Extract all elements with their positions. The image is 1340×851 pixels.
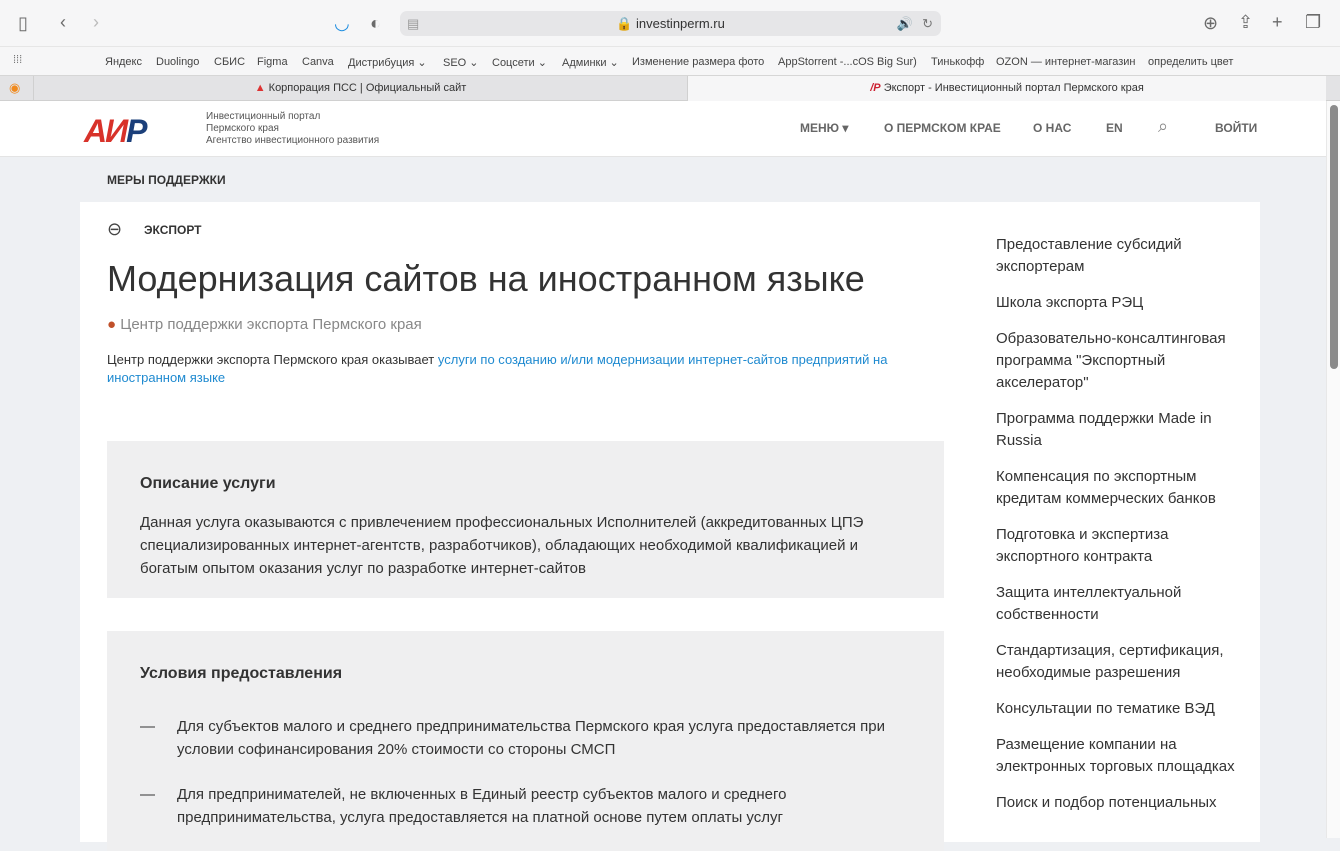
lead-text: Центр поддержки экспорта Пермского края …: [107, 352, 888, 385]
download-icon[interactable]: ⊕: [1203, 13, 1218, 33]
org-avatar-icon: ●: [107, 316, 117, 333]
description-heading: Описание услуги: [140, 475, 276, 492]
bookmark[interactable]: Соцсети ⌄: [492, 56, 547, 69]
nav-about-us[interactable]: О НАС: [1033, 121, 1071, 135]
bookmark[interactable]: Яндекс: [105, 56, 142, 68]
bookmark[interactable]: Админки ⌄: [562, 56, 619, 69]
section-label[interactable]: ⊖ ЭКСПОРТ: [107, 219, 202, 239]
nav-en[interactable]: EN: [1106, 121, 1123, 135]
scrollbar-thumb[interactable]: [1330, 105, 1338, 369]
conditions-heading: Условия предоставления: [140, 665, 343, 682]
url-text: investinperm.ru: [635, 16, 725, 31]
page-title: Модернизация сайтов на иностранном языке: [107, 258, 865, 299]
bookmarks-bar: ⁞⁞⁞ Яндекс Duolingo СБИС Figma Canva Дис…: [0, 46, 1340, 75]
export-icon: ⊖: [107, 219, 123, 239]
breadcrumb[interactable]: МЕРЫ ПОДДЕРЖКИ: [107, 173, 226, 187]
conditions-box: Условия предоставления Для субъектов мал…: [107, 631, 944, 851]
pocket-icon[interactable]: ◡: [334, 13, 350, 33]
sidebar-link[interactable]: Программа поддержки Made in Russia: [996, 408, 1240, 452]
shield-icon[interactable]: ◐: [370, 13, 381, 33]
reader-icon[interactable]: ▤: [407, 11, 419, 36]
forward-icon[interactable]: ›: [93, 12, 99, 32]
sidebar-link[interactable]: Компенсация по экспортным кредитам комме…: [996, 466, 1240, 510]
logo[interactable]: АИР: [84, 113, 148, 150]
list-item: Для предпринимателей, не включенных в Ед…: [140, 783, 911, 829]
bookmark[interactable]: Figma: [257, 56, 288, 68]
tagline-line: Пермского края: [206, 123, 279, 134]
tab-pss[interactable]: ▲ Корпорация ПСС | Официальный сайт: [33, 76, 688, 101]
tagline-line: Агентство инвестиционного развития: [206, 135, 380, 146]
sidebar-link[interactable]: Школа экспорта РЭЦ: [996, 292, 1240, 314]
sidebar-link[interactable]: Защита интеллектуальной собственности: [996, 582, 1240, 626]
address-bar[interactable]: 🔒 investinperm.ru ▤ 🔊 ↻: [400, 11, 941, 36]
bookmark[interactable]: AppStorrent -...cOS Big Sur): [778, 56, 917, 68]
scrollbar[interactable]: [1326, 101, 1340, 838]
favicon-icon: /P: [870, 82, 881, 94]
nav-about-region[interactable]: О ПЕРМСКОМ КРАЕ: [884, 121, 1001, 135]
bookmark[interactable]: Дистрибуция ⌄: [348, 56, 427, 69]
tagline: Инвестиционный портал Пермского края Агент…: [206, 111, 379, 147]
reload-icon[interactable]: ↻: [922, 11, 933, 36]
source[interactable]: ● Центр поддержки экспорта Пермского кра…: [107, 316, 422, 333]
sidebar-icon[interactable]: ▯: [18, 13, 28, 33]
share-icon[interactable]: ⇪: [1238, 12, 1253, 32]
sidebar-link[interactable]: Размещение компании на электронных торго…: [996, 734, 1240, 778]
grid-icon[interactable]: ⁞⁞⁞: [13, 54, 22, 66]
description-text: Данная услуга оказываются с привлечением…: [140, 514, 864, 577]
nav-menu[interactable]: МЕНЮ ▾: [800, 121, 848, 135]
browser-toolbar: ▯ ‹ › ◡ ◐ 🔒 investinperm.ru ▤ 🔊 ↻ ⊕ ⇪ + …: [0, 0, 1340, 46]
sidebar-link[interactable]: Консультации по тематике ВЭД: [996, 698, 1240, 720]
search-icon[interactable]: ⌕: [1158, 116, 1168, 137]
back-icon[interactable]: ‹: [60, 12, 66, 32]
pinned-tab-icon[interactable]: ◉: [9, 80, 20, 96]
favicon-icon: ▲: [254, 82, 266, 94]
description-box: Описание услуги Данная услуга оказываютс…: [107, 441, 944, 598]
sidebar-link[interactable]: Поиск и подбор потенциальных: [996, 792, 1240, 814]
bookmark[interactable]: Duolingo: [156, 56, 199, 68]
audio-icon[interactable]: 🔊: [897, 11, 913, 36]
new-tab-icon[interactable]: +: [1272, 12, 1283, 32]
site-header: АИР Инвестиционный портал Пермского края А…: [0, 101, 1326, 157]
bookmark[interactable]: СБИС: [214, 56, 245, 68]
tab-bar: ◉ ▲ Корпорация ПСС | Официальный сайт /P…: [0, 75, 1340, 101]
login-link[interactable]: ВОЙТИ: [1215, 121, 1257, 135]
bookmark[interactable]: Изменение размера фото: [632, 56, 764, 68]
sidebar-link[interactable]: Подготовка и экспертиза экспортного конт…: [996, 524, 1240, 568]
bookmark[interactable]: определить цвет: [1148, 56, 1233, 68]
bookmark[interactable]: Canva: [302, 56, 334, 68]
sidebar-links: Предоставление субсидий экспортерам Школ…: [996, 234, 1240, 828]
tab-export[interactable]: /P Экспорт - Инвестиционный портал Пермс…: [688, 76, 1326, 101]
tabs-overview-icon[interactable]: ❐: [1305, 12, 1321, 32]
tagline-line: Инвестиционный портал: [206, 111, 321, 122]
bookmark[interactable]: OZON — интернет-магазин: [996, 56, 1136, 68]
list-item: Для субъектов малого и среднего предприн…: [140, 715, 911, 761]
sidebar-link[interactable]: Образовательно-консалтинговая программа …: [996, 328, 1240, 394]
bookmark[interactable]: Тинькофф: [931, 56, 984, 68]
sidebar-link[interactable]: Предоставление субсидий экспортерам: [996, 234, 1240, 278]
bookmark[interactable]: SEO ⌄: [443, 56, 479, 69]
sidebar-link[interactable]: Стандартизация, сертификация, необходимы…: [996, 640, 1240, 684]
